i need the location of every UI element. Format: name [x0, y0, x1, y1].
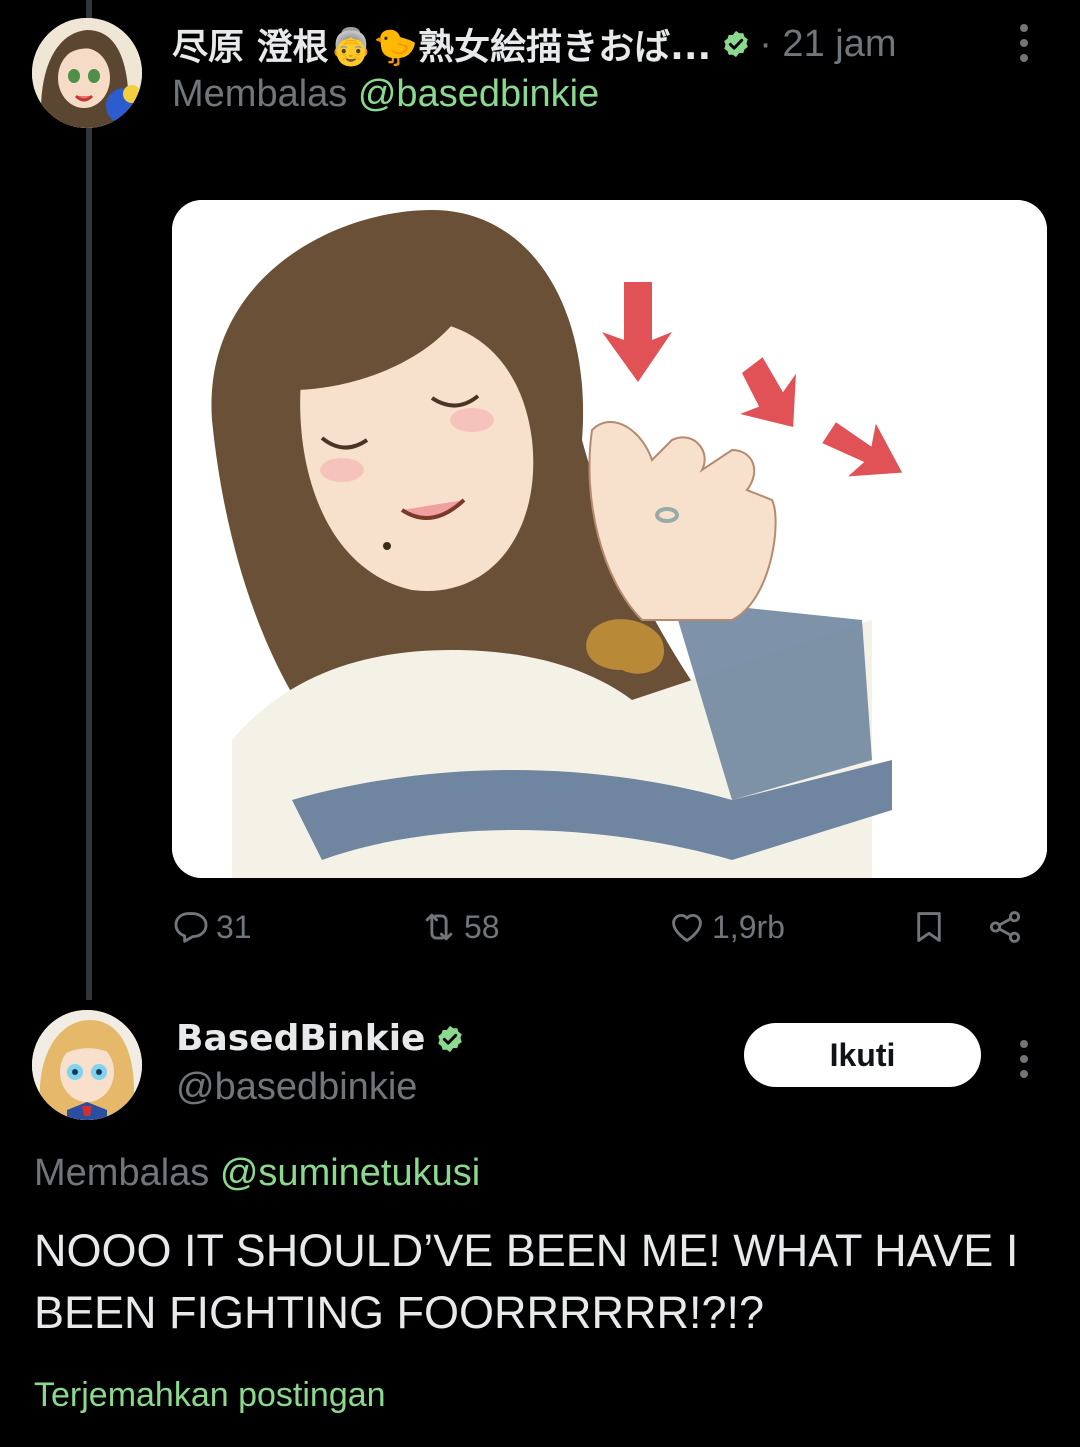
heart-icon	[672, 913, 702, 942]
user-handle[interactable]: @basedbinkie	[176, 1066, 417, 1109]
timestamp[interactable]: · 21 jam	[759, 23, 896, 66]
bookmark-icon	[917, 912, 941, 942]
verified-badge-icon	[438, 1025, 463, 1052]
display-name[interactable]: BasedBinkie	[176, 1018, 425, 1059]
retweet-count: 58	[464, 908, 500, 945]
share-icon	[989, 911, 1021, 943]
reply-prefix: Membalas	[172, 73, 348, 115]
avatar[interactable]	[32, 1010, 142, 1120]
tweet-media-image[interactable]	[172, 200, 1047, 878]
reply-count: 31	[216, 908, 252, 945]
reply-context: Membalas @basedbinkie	[172, 73, 599, 116]
share-button[interactable]	[986, 908, 1024, 946]
more-options-icon[interactable]	[1018, 24, 1030, 62]
comment-icon	[174, 912, 208, 943]
reply-button[interactable]: 31	[172, 908, 252, 946]
like-button[interactable]: 1,9rb	[668, 908, 785, 946]
thread-connector-line	[86, 0, 92, 1000]
reply-handle-link[interactable]: @basedbinkie	[358, 73, 599, 115]
reply-context: Membalas @suminetukusi	[34, 1152, 480, 1195]
avatar[interactable]	[32, 18, 142, 128]
tweet-text: NOOO IT SHOULD’VE BEEN ME! WHAT HAVE I B…	[34, 1225, 1019, 1338]
translate-post-link[interactable]: Terjemahkan postingan	[34, 1376, 386, 1415]
bookmark-button[interactable]	[910, 908, 948, 946]
display-name[interactable]: 尽原 澄根👵🐤熟女絵描きおば...	[172, 18, 711, 70]
more-options-icon[interactable]	[1018, 1040, 1030, 1078]
retweet-icon	[425, 913, 453, 941]
anime-illustration-icon	[172, 200, 1047, 878]
like-count: 1,9rb	[712, 908, 785, 945]
follow-button[interactable]: Ikuti	[744, 1023, 981, 1087]
reply-handle-link[interactable]: @suminetukusi	[220, 1152, 480, 1194]
verified-badge-icon	[724, 30, 748, 58]
reply-prefix: Membalas	[34, 1152, 210, 1194]
retweet-button[interactable]: 58	[420, 908, 500, 946]
